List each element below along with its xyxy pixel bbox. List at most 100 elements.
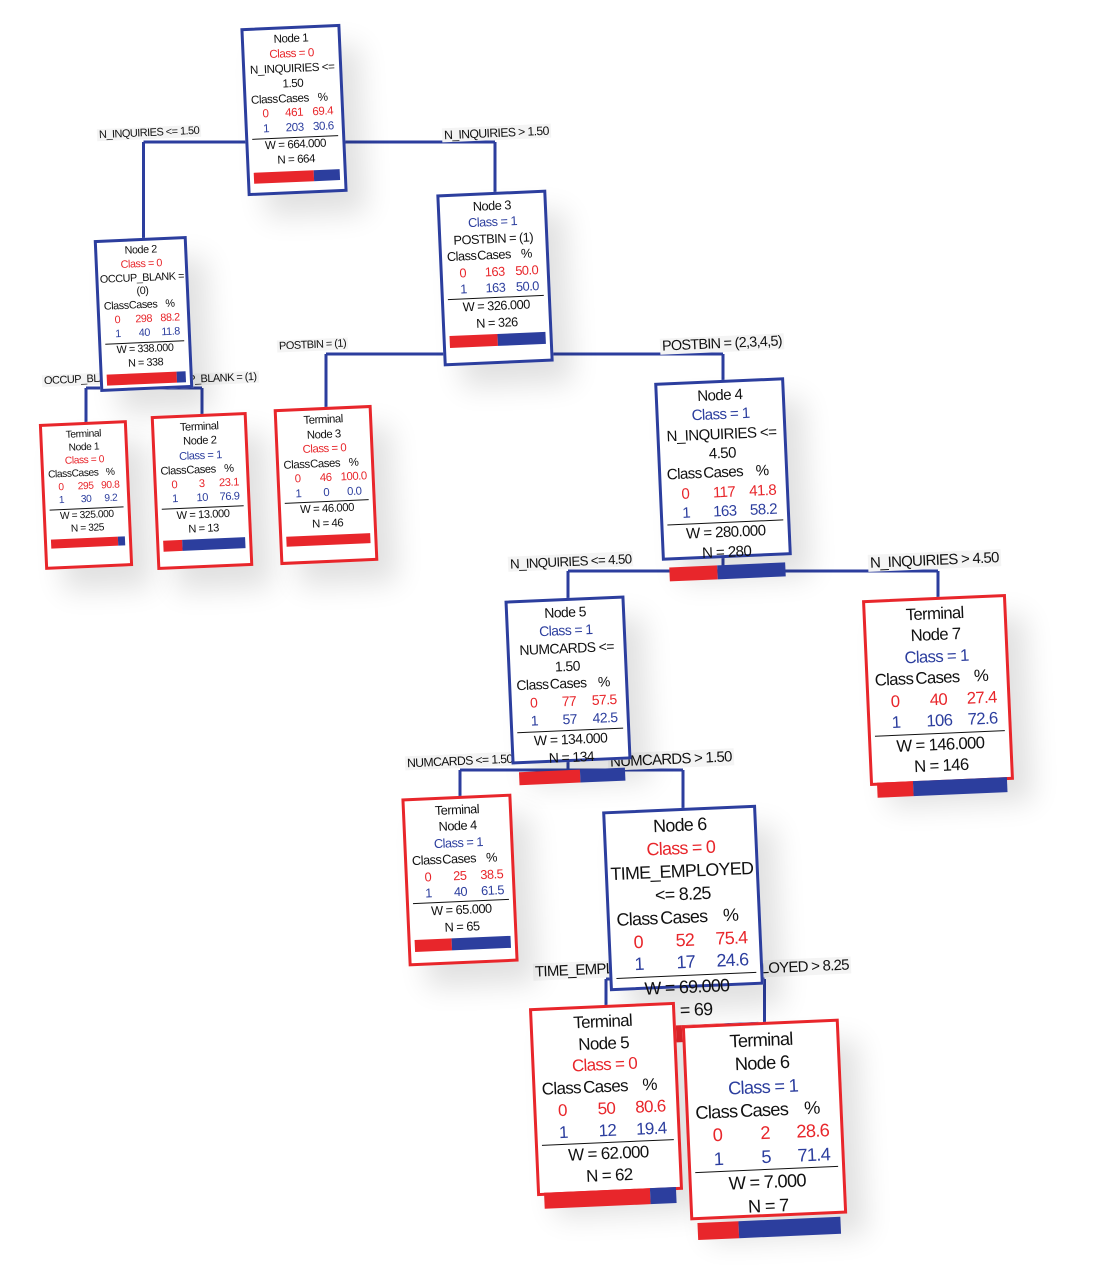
table-cell: 50.0 — [515, 277, 540, 294]
table-cell: 12 — [598, 1120, 617, 1141]
node-count: N = 146 — [913, 754, 969, 777]
table-cell: 100.0 — [340, 470, 368, 484]
table-cell: 23.1 — [218, 476, 240, 490]
table-cell: 0 — [58, 482, 64, 494]
table-cell: 52 — [675, 929, 695, 950]
table-header-cell: % — [317, 90, 328, 104]
table-header-cell: Cases — [277, 90, 310, 106]
table-cell: 295 — [77, 481, 94, 493]
class0-bar-segment — [253, 170, 314, 184]
table-cell: 0 — [262, 107, 269, 121]
node-count: N = 664 — [277, 152, 316, 167]
node-count: N = 338 — [127, 355, 164, 370]
table-cell: 40 — [138, 326, 151, 340]
class-distribution-bar — [414, 935, 511, 953]
class0-bar-segment — [518, 769, 581, 786]
table-cell: 1 — [558, 1122, 569, 1142]
table-header-cell: Cases — [71, 467, 99, 480]
table-cell: 10 — [196, 492, 209, 505]
table-header-cell: % — [485, 849, 498, 865]
table-header-cell: Cases — [128, 298, 158, 312]
terminal-node-t6[interactable]: Terminal Node 6 Class = 1 Class Cases% 0 2 28.6… — [681, 1018, 848, 1241]
table-cell: 24.6 — [716, 949, 749, 972]
table-header-cell: Cases — [659, 905, 708, 928]
terminal-node-t7[interactable]: Terminal Node 7 Class = 1 Class Cases% 0 40 27.… — [862, 593, 1014, 799]
table-header-cell: Cases — [915, 667, 960, 689]
class1-bar-segment — [176, 371, 186, 383]
node-n6[interactable]: Node 6 Class = 0 TIME_EMPLOYED <= 8.25 Clas… — [602, 804, 764, 1046]
table-cell: 0 — [712, 1124, 723, 1146]
table-cell: 88.2 — [160, 311, 180, 325]
class1-bar-segment — [717, 562, 786, 580]
table-cell: 19.4 — [635, 1118, 667, 1139]
table-cell: 40 — [929, 689, 948, 710]
table-cell: 106 — [925, 710, 953, 731]
table-cell: 1 — [114, 327, 122, 341]
table-cell: 298 — [135, 312, 153, 326]
node-count: N = 13 — [188, 522, 220, 536]
table-cell: 27.4 — [966, 687, 998, 708]
terminal-node-t2[interactable]: Terminal Node 2 Class = 1 Class Cases% 0 3 23.1… — [150, 411, 254, 571]
table-cell: 0 — [529, 694, 538, 711]
table-cell: 1 — [459, 281, 468, 297]
table-cell: 76.9 — [219, 490, 240, 504]
node-n5[interactable]: Node 5 Class = 1 NUMCARDS <= 1.50 Class Case… — [504, 595, 632, 786]
table-header-cell: Cases — [739, 1098, 789, 1122]
table-header-cell: Class — [250, 92, 278, 107]
terminal-node-t3[interactable]: Terminal Node 3 Class = 0 Class Cases% 0 46 100… — [273, 404, 379, 566]
node-count: N = 46 — [311, 517, 344, 531]
table-cell: 46 — [319, 472, 332, 485]
class0-bar-segment — [163, 540, 183, 552]
table-header-cell: % — [520, 245, 533, 261]
table-cell: 0 — [323, 486, 330, 500]
table-cell: 3 — [198, 477, 205, 491]
table-header-cell: Class — [694, 1100, 738, 1124]
table-cell: 50.0 — [514, 261, 539, 278]
table-header-cell: % — [722, 904, 739, 925]
table-header-cell: Class — [411, 851, 442, 869]
class0-bar-segment — [50, 536, 119, 550]
class0-bar-segment — [669, 565, 719, 582]
table-header-cell: Cases — [186, 463, 217, 477]
table-cell: 90.8 — [100, 479, 120, 492]
class-distribution-bar — [253, 168, 341, 184]
table-cell: 30 — [80, 494, 92, 506]
node-count: N = 326 — [475, 313, 518, 331]
class-distribution-bar — [163, 537, 246, 552]
table-header-cell: Class — [541, 1078, 582, 1099]
table-cell: 41.8 — [748, 481, 777, 500]
class-distribution-bar — [106, 371, 186, 386]
class-distribution-bar — [286, 532, 371, 548]
node-n1[interactable]: Node 1 Class = 0 N_INQUIRIES <= 1.50 Class C… — [240, 23, 348, 197]
table-cell: 5 — [760, 1145, 772, 1167]
node-count: N = 62 — [585, 1165, 633, 1187]
table-cell: 461 — [284, 105, 304, 120]
terminal-node-t4[interactable]: Terminal Node 4 Class = 1 Class Cases% 0 25 38.… — [401, 793, 519, 967]
table-cell: 163 — [712, 502, 737, 521]
node-n3[interactable]: Node 3 Class = 1 POSTBIN = (1) Class Cases% 0… — [436, 189, 554, 367]
table-cell: 17 — [676, 951, 696, 973]
node-n2[interactable]: Node 2 Class = 0 OCCUP_BLANK = (0) Class Cas… — [93, 236, 194, 392]
terminal-node-t1[interactable]: Terminal Node 1 Class = 0 Class Cases% 0 295 90… — [38, 420, 134, 570]
table-cell: 0 — [171, 479, 178, 492]
table-cell: 1 — [681, 504, 691, 522]
terminal-node-t5[interactable]: Terminal Node 5 Class = 0 Class Cases% 0 50 80.… — [528, 1001, 684, 1209]
table-cell: 72.6 — [967, 708, 998, 729]
table-header-cell: Class — [103, 299, 129, 314]
table-header-cell: Class — [283, 458, 310, 472]
node-split-rule: NUMCARDS <= 1.50 — [519, 637, 615, 675]
table-cell: 11.8 — [161, 325, 181, 339]
table-header-cell: Cases — [549, 674, 587, 693]
table-cell: 50 — [597, 1098, 616, 1119]
class1-bar-segment — [579, 767, 626, 783]
table-header-cell: % — [105, 467, 115, 479]
node-split-rule: N_INQUIRIES <= 1.50 — [249, 59, 335, 91]
table-header-cell: Class — [446, 247, 477, 265]
table-cell: 0.0 — [346, 485, 362, 498]
node-n4[interactable]: Node 4 Class = 1 N_INQUIRIES <= 4.50 Class C… — [654, 377, 792, 582]
table-header-cell: Cases — [582, 1076, 629, 1098]
table-cell: 69.4 — [312, 104, 334, 119]
table-cell: 75.4 — [715, 926, 748, 949]
class0-bar-segment — [876, 780, 914, 799]
table-cell: 57.5 — [591, 691, 617, 709]
